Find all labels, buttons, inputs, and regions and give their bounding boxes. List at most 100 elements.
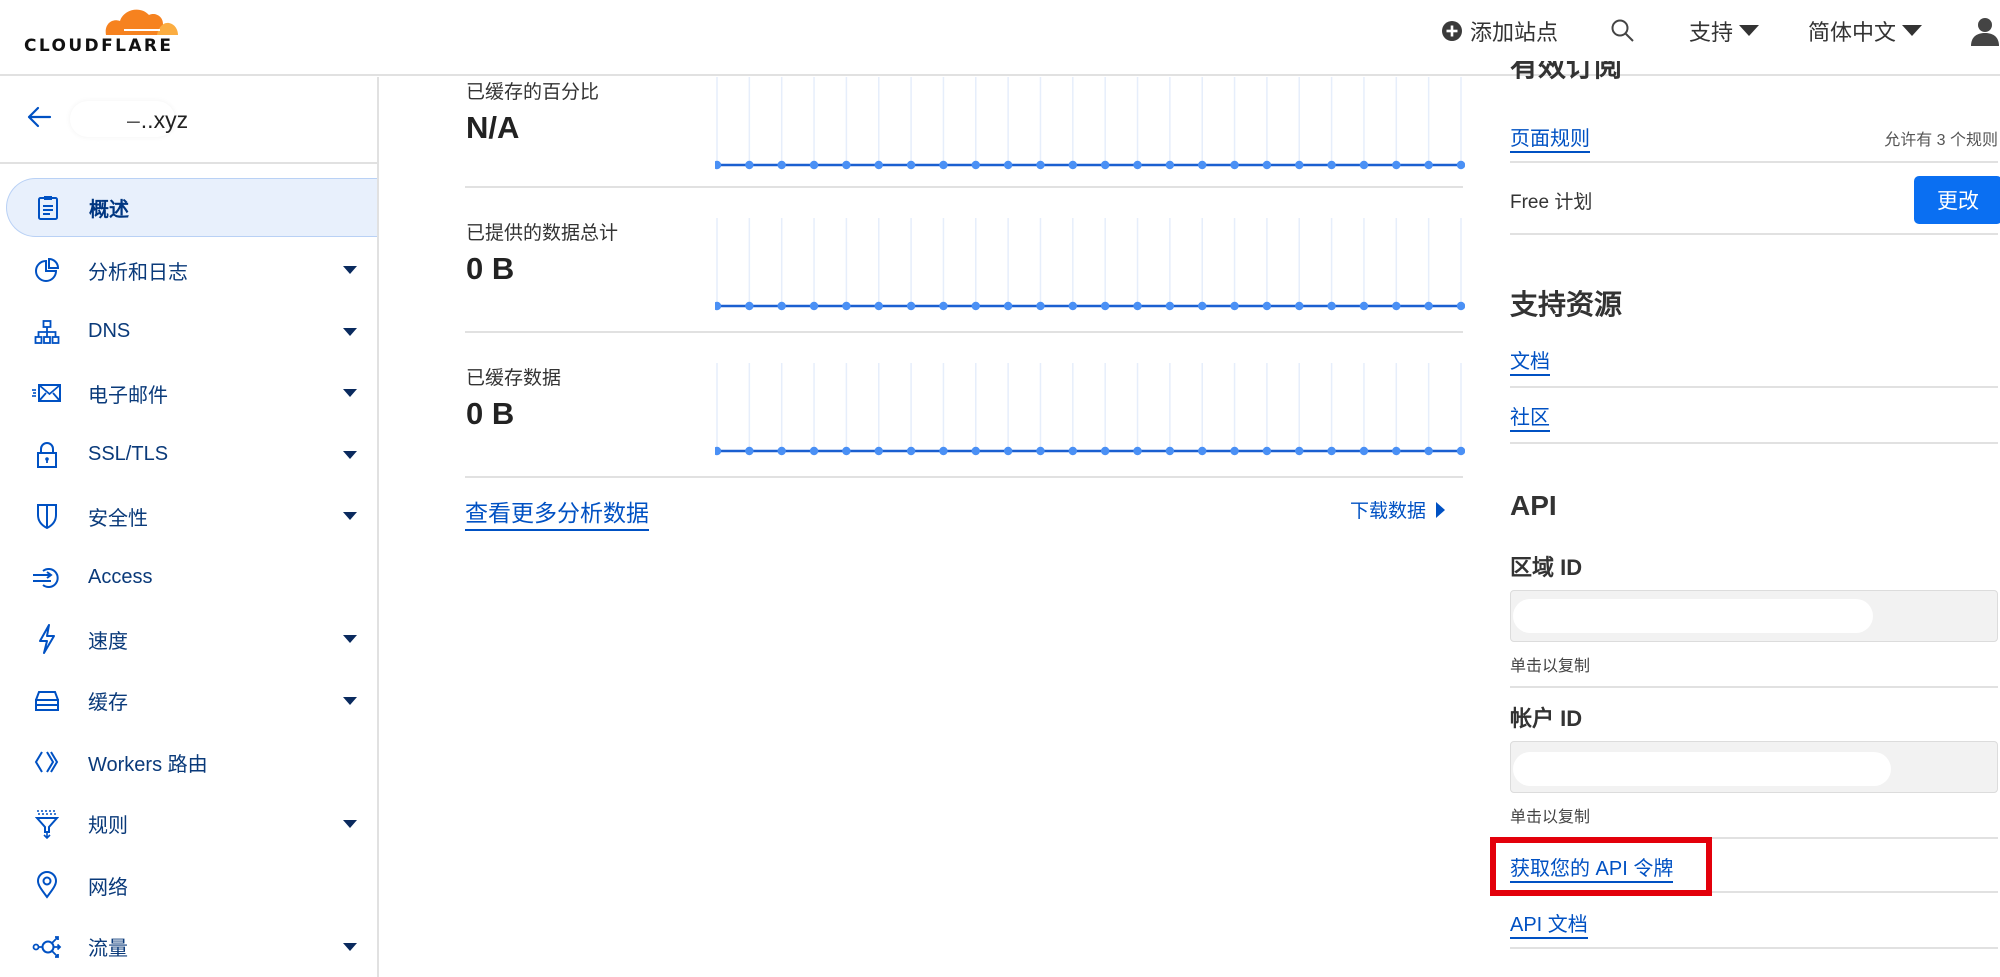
chart-data-point[interactable] — [1198, 301, 1207, 311]
chart-data-point[interactable] — [1133, 446, 1142, 456]
chart-data-point[interactable] — [777, 446, 786, 456]
view-more-analytics-link[interactable]: 查看更多分析数据 — [465, 494, 649, 531]
sidebar-item-dns[interactable]: DNS — [0, 301, 377, 363]
chart-data-point[interactable] — [874, 160, 883, 170]
chart-data-point[interactable] — [1133, 160, 1142, 170]
chart-data-point[interactable] — [1036, 301, 1045, 311]
sidebar-item-traffic[interactable]: 流量 — [0, 916, 377, 977]
chart-data-point[interactable] — [715, 160, 722, 170]
chart-data-point[interactable] — [1424, 446, 1433, 456]
chart-data-point[interactable] — [1424, 301, 1433, 311]
chart-data-point[interactable] — [1295, 301, 1304, 311]
chart-data-point[interactable] — [842, 446, 851, 456]
chart-data-point[interactable] — [1295, 160, 1304, 170]
chart-data-point[interactable] — [939, 446, 948, 456]
chart-data-point[interactable] — [939, 301, 948, 311]
chart-data-point[interactable] — [1165, 446, 1175, 456]
chart-data-point[interactable] — [1262, 301, 1272, 311]
chart-data-point[interactable] — [809, 301, 819, 311]
change-plan-button[interactable]: 更改 — [1914, 176, 2000, 224]
chart-data-point[interactable] — [745, 160, 754, 170]
chart-data-point[interactable] — [1230, 301, 1239, 311]
chart-data-point[interactable] — [1198, 160, 1207, 170]
add-site-button[interactable]: 添加站点 — [1442, 14, 1558, 48]
user-menu[interactable] — [1970, 14, 2000, 48]
sidebar-item-workers-routes[interactable]: Workers 路由 — [0, 732, 377, 794]
sidebar-item-email[interactable]: 电子邮件 — [0, 363, 377, 425]
api-docs-link[interactable]: API 文档 — [1510, 908, 1588, 939]
sidebar-item-speed[interactable]: 速度 — [0, 609, 377, 671]
support-menu[interactable]: 支持 — [1689, 14, 1760, 48]
community-link[interactable]: 社区 — [1510, 401, 1550, 432]
chart-data-point[interactable] — [971, 160, 980, 170]
chart-data-point[interactable] — [1424, 160, 1433, 170]
search-button[interactable] — [1610, 14, 1636, 48]
chart-data-point[interactable] — [874, 301, 883, 311]
sidebar-item-ssl-tls[interactable]: SSL/TLS — [0, 424, 377, 486]
sidebar-item-network[interactable]: 网络 — [0, 855, 377, 917]
chart-data-point[interactable] — [715, 446, 722, 456]
chart-data-point[interactable] — [1327, 446, 1336, 456]
chart-data-point[interactable] — [1262, 446, 1272, 456]
chart-data-point[interactable] — [971, 446, 980, 456]
chart-data-point[interactable] — [1327, 160, 1336, 170]
chart-data-point[interactable] — [1230, 446, 1239, 456]
download-data-button[interactable]: 下载数据 — [1350, 496, 1445, 523]
sidebar-item-rules[interactable]: 规则 — [0, 793, 377, 855]
sidebar-item-caching[interactable]: 缓存 — [0, 670, 377, 732]
chart-data-point[interactable] — [809, 160, 819, 170]
chart-data-point[interactable] — [1133, 301, 1142, 311]
chart-data-point[interactable] — [906, 160, 916, 170]
chart-data-point[interactable] — [1359, 301, 1369, 311]
chart-data-point[interactable] — [1068, 446, 1078, 456]
zone-id-field[interactable] — [1510, 590, 1998, 642]
chart-data-point[interactable] — [1036, 446, 1045, 456]
chart-data-point[interactable] — [777, 160, 786, 170]
chart-data-point[interactable] — [745, 301, 754, 311]
chart-data-point[interactable] — [1456, 301, 1465, 311]
chart-data-point[interactable] — [906, 301, 916, 311]
chart-data-point[interactable] — [1359, 160, 1369, 170]
chart-data-point[interactable] — [1003, 446, 1013, 456]
sidebar-item-security[interactable]: 安全性 — [0, 486, 377, 548]
chart-data-point[interactable] — [1003, 160, 1013, 170]
chart-data-point[interactable] — [777, 301, 786, 311]
chart-data-point[interactable] — [939, 160, 948, 170]
chart-data-point[interactable] — [1068, 301, 1078, 311]
chart-data-point[interactable] — [874, 446, 883, 456]
chart-data-point[interactable] — [1392, 160, 1401, 170]
chart-data-point[interactable] — [1327, 301, 1336, 311]
chart-data-point[interactable] — [1392, 301, 1401, 311]
chart-data-point[interactable] — [1100, 160, 1110, 170]
chart-data-point[interactable] — [1198, 446, 1207, 456]
chart-data-point[interactable] — [745, 446, 754, 456]
sidebar-item-access[interactable]: Access — [0, 547, 377, 609]
account-id-field[interactable] — [1510, 741, 1998, 793]
chart-data-point[interactable] — [1262, 160, 1272, 170]
get-api-token-link[interactable]: 获取您的 API 令牌 — [1510, 852, 1674, 883]
chart-data-point[interactable] — [1100, 446, 1110, 456]
sidebar-item-analytics[interactable]: 分析和日志 — [0, 240, 377, 302]
chart-data-point[interactable] — [1230, 160, 1239, 170]
chart-data-point[interactable] — [842, 301, 851, 311]
chart-data-point[interactable] — [1359, 446, 1369, 456]
chart-data-point[interactable] — [971, 301, 980, 311]
sidebar-item-overview[interactable]: 概述 — [6, 178, 377, 237]
chart-data-point[interactable] — [1100, 301, 1110, 311]
back-arrow-icon[interactable] — [26, 105, 52, 129]
chart-data-point[interactable] — [1392, 446, 1401, 456]
chart-data-point[interactable] — [809, 446, 819, 456]
chart-data-point[interactable] — [1068, 160, 1078, 170]
page-rules-link[interactable]: 页面规则 — [1510, 122, 1590, 153]
language-selector[interactable]: 简体中文 — [1808, 14, 1923, 48]
chart-data-point[interactable] — [1003, 301, 1013, 311]
docs-link[interactable]: 文档 — [1510, 345, 1550, 376]
chart-data-point[interactable] — [906, 446, 916, 456]
chart-data-point[interactable] — [1456, 160, 1465, 170]
chart-data-point[interactable] — [1036, 160, 1045, 170]
chart-data-point[interactable] — [1165, 160, 1175, 170]
chart-data-point[interactable] — [715, 301, 722, 311]
chart-data-point[interactable] — [842, 160, 851, 170]
chart-data-point[interactable] — [1295, 446, 1304, 456]
chart-data-point[interactable] — [1165, 301, 1175, 311]
